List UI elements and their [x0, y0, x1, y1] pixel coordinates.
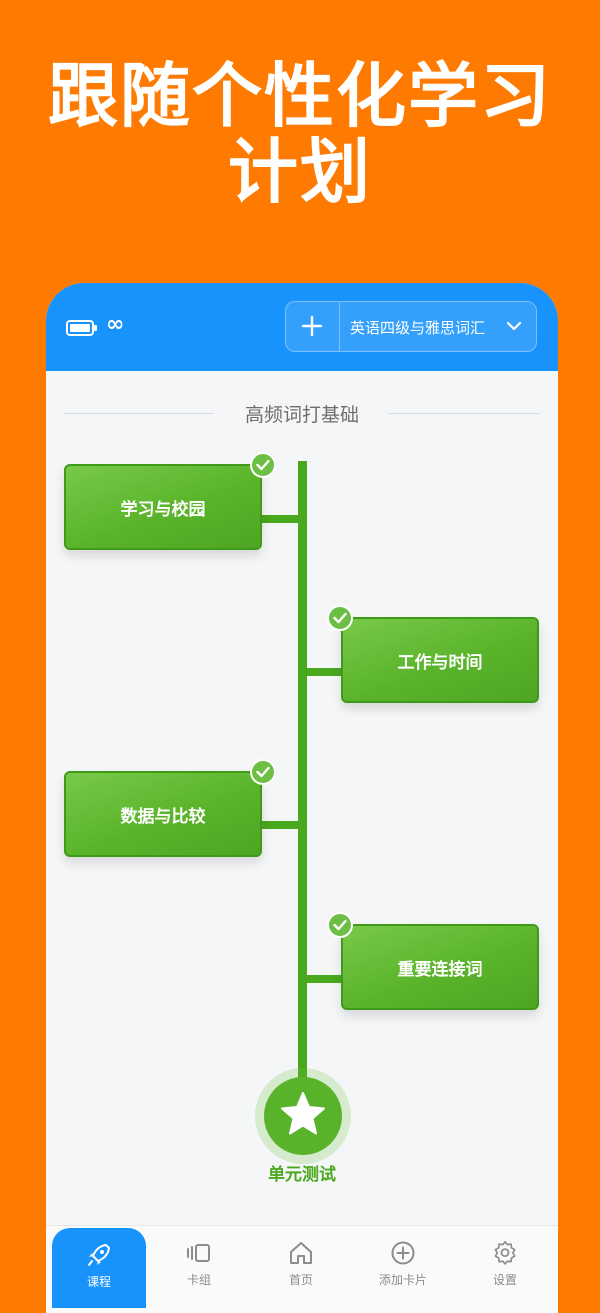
unit-card[interactable]: 数据与比较	[64, 771, 262, 857]
path-branch	[262, 515, 302, 523]
path-branch	[262, 821, 302, 829]
tab-label: 设置	[492, 1273, 517, 1287]
unit-card[interactable]: 重要连接词	[341, 924, 539, 1010]
promo-line-1: 跟随个性化学习	[48, 55, 552, 137]
star-icon	[281, 1092, 325, 1135]
check-icon	[327, 605, 353, 631]
path-branch	[302, 975, 344, 983]
chevron-down-icon	[506, 321, 522, 331]
tab-label: 首页	[288, 1273, 313, 1287]
book-name: 英语四级与雅思词汇	[350, 319, 486, 337]
add-circle-icon	[391, 1241, 415, 1265]
rocket-icon	[88, 1244, 110, 1266]
unit-test-label: 单元测试	[268, 1165, 336, 1185]
unit-card[interactable]: 工作与时间	[341, 617, 539, 703]
add-book-button[interactable]	[286, 302, 340, 351]
promo-line-2: 计划	[228, 131, 372, 213]
home-icon	[290, 1242, 312, 1264]
tab-decks[interactable]: 卡组	[152, 1226, 246, 1306]
tab-label: 卡组	[186, 1273, 211, 1287]
check-icon	[250, 452, 276, 478]
app-screen: ∞ 英语四级与雅思词汇 高频词打基础 学习与校园 工作与时间 数据与比较 重要连…	[46, 283, 558, 1313]
infinity-icon: ∞	[106, 312, 125, 337]
tab-settings[interactable]: 设置	[458, 1226, 552, 1306]
section-divider-right	[388, 413, 540, 414]
battery-icon	[66, 320, 97, 336]
check-icon	[327, 912, 353, 938]
bottom-tab-bar: 课程 卡组 首页 添加卡片 设置	[46, 1225, 558, 1313]
promo-headline: 跟随个性化学习 计划	[0, 58, 600, 210]
plus-icon	[301, 315, 323, 337]
path-branch	[302, 668, 344, 676]
path-trunk	[298, 461, 307, 1081]
top-bar: ∞ 英语四级与雅思词汇	[46, 283, 558, 371]
gear-icon	[494, 1241, 516, 1265]
unit-test-button[interactable]	[264, 1077, 342, 1155]
unit-card[interactable]: 学习与校园	[64, 464, 262, 550]
tab-label: 添加卡片	[378, 1273, 427, 1287]
check-icon	[250, 759, 276, 785]
tab-home[interactable]: 首页	[254, 1226, 348, 1306]
cards-icon	[187, 1244, 210, 1262]
tab-label: 课程	[86, 1275, 111, 1289]
tab-courses[interactable]: 课程	[52, 1228, 146, 1308]
book-selector[interactable]: 英语四级与雅思词汇	[285, 301, 537, 352]
tab-add-card[interactable]: 添加卡片	[356, 1226, 450, 1306]
